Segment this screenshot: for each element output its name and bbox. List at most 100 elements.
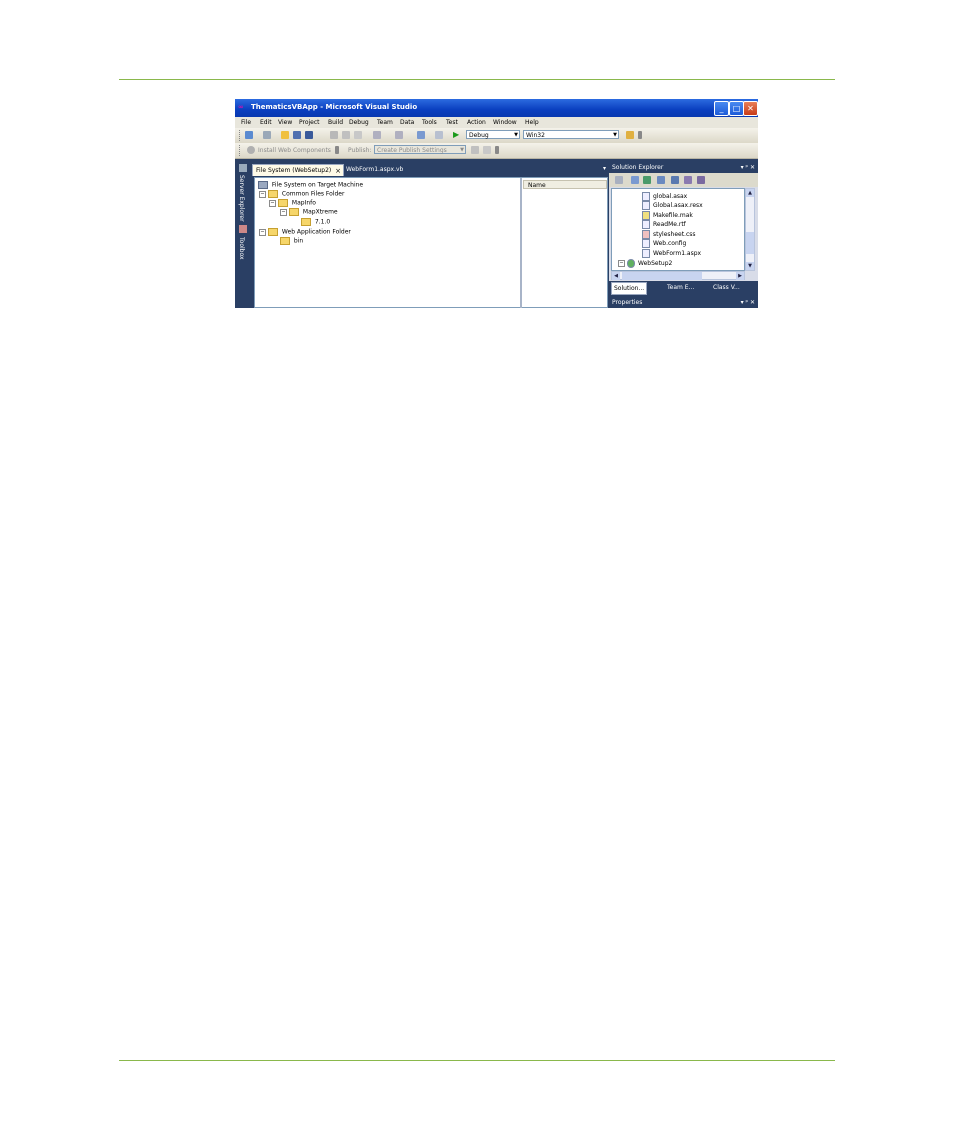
scroll-right-icon[interactable]: ▶ xyxy=(736,272,744,280)
project-item[interactable]: − WebSetup2 xyxy=(618,259,672,268)
undo-icon[interactable] xyxy=(373,131,381,139)
tree-version[interactable]: 7.1.0 xyxy=(301,218,330,226)
collapse-icon[interactable]: − xyxy=(259,190,266,198)
tree-mapxtreme[interactable]: − MapXtreme xyxy=(280,208,338,216)
server-explorer-tab[interactable]: Server Explorer xyxy=(238,175,245,222)
properties-icon[interactable] xyxy=(615,176,623,184)
toolbar-options-icon[interactable] xyxy=(495,146,499,154)
menu-test[interactable]: Test xyxy=(446,119,458,126)
tab-file-system[interactable]: File System (WebSetup2) × xyxy=(252,164,344,176)
menu-data[interactable]: Data xyxy=(400,119,414,126)
web-setup-toolbar: Install Web Components Publish: Create P… xyxy=(235,143,758,159)
menu-window[interactable]: Window xyxy=(493,119,517,126)
open-folder-icon[interactable] xyxy=(281,131,289,139)
collapse-icon[interactable]: − xyxy=(259,228,266,236)
publish-settings-combo[interactable]: Create Publish Settings ▼ xyxy=(374,145,466,154)
panel-tab-strip: Solution... Team E... Class V... xyxy=(609,281,758,295)
file-label: Global.asax.resx xyxy=(653,202,703,209)
scroll-left-icon[interactable]: ◀ xyxy=(612,272,620,280)
file-system-editor-icon[interactable] xyxy=(657,176,665,184)
toolbar-options-icon[interactable] xyxy=(335,146,339,154)
close-icon[interactable]: × xyxy=(335,165,341,177)
menu-debug[interactable]: Debug xyxy=(349,119,369,126)
menu-tools[interactable]: Tools xyxy=(422,119,437,126)
collapse-icon[interactable]: − xyxy=(618,260,625,267)
publish-icon[interactable] xyxy=(471,146,479,154)
top-rule xyxy=(119,79,835,80)
list-item[interactable]: ReadMe.rtf xyxy=(642,220,686,229)
list-item[interactable]: Global.asax.resx xyxy=(642,201,703,210)
new-project-icon[interactable] xyxy=(245,131,253,139)
properties-header: Properties ▾ ᵖ ✕ xyxy=(609,298,758,308)
menu-help[interactable]: Help xyxy=(525,119,539,126)
toolbar-grip[interactable] xyxy=(239,130,242,141)
save-icon[interactable] xyxy=(293,131,301,139)
gear-icon xyxy=(247,146,255,154)
left-autohide-strip: Server Explorer Toolbox xyxy=(235,159,252,308)
tree-common-files[interactable]: − Common Files Folder xyxy=(259,190,344,198)
scroll-down-icon[interactable]: ▼ xyxy=(746,262,754,270)
vertical-scrollbar[interactable]: ▲ ▼ xyxy=(745,188,755,271)
menu-build[interactable]: Build xyxy=(328,119,343,126)
add-item-icon[interactable] xyxy=(263,131,271,139)
paste-icon[interactable] xyxy=(354,131,362,139)
maximize-button[interactable]: □ xyxy=(729,101,744,116)
scroll-up-icon[interactable]: ▲ xyxy=(746,189,754,197)
redo-icon[interactable] xyxy=(395,131,403,139)
publish-options-icon[interactable] xyxy=(483,146,491,154)
file-types-editor-icon[interactable] xyxy=(684,176,692,184)
panel-controls[interactable]: ▾ ᵖ ✕ xyxy=(741,163,755,173)
refresh-icon[interactable] xyxy=(643,176,651,184)
list-item[interactable]: Makefile.mak xyxy=(642,211,693,220)
list-item[interactable]: Web.config xyxy=(642,239,686,248)
tree-web-app-folder[interactable]: − Web Application Folder xyxy=(259,228,351,236)
list-item[interactable]: stylesheet.css xyxy=(642,230,696,239)
menu-bar: File Edit View Project Build Debug Team … xyxy=(235,117,758,128)
tab-solution-explorer[interactable]: Solution... xyxy=(611,282,648,295)
collapse-icon[interactable]: − xyxy=(269,199,276,207)
menu-action[interactable]: Action xyxy=(467,119,486,126)
find-in-files-icon[interactable] xyxy=(626,131,634,139)
tab-team-explorer[interactable]: Team E... xyxy=(667,282,694,293)
toolbar-grip[interactable] xyxy=(239,145,242,156)
file-label: WebForm1.aspx xyxy=(653,250,702,257)
tree-bin[interactable]: bin xyxy=(280,237,303,245)
tree-mapinfo[interactable]: − MapInfo xyxy=(269,199,316,207)
start-debugging-icon[interactable]: ▶ xyxy=(453,130,459,139)
scroll-thumb[interactable] xyxy=(746,232,754,254)
panel-controls[interactable]: ▾ ᵖ ✕ xyxy=(741,298,755,308)
tree-root[interactable]: File System on Target Machine xyxy=(258,181,363,189)
menu-team[interactable]: Team xyxy=(377,119,393,126)
custom-actions-editor-icon[interactable] xyxy=(697,176,705,184)
tab-class-view[interactable]: Class V... xyxy=(713,282,740,293)
project-label: WebSetup2 xyxy=(638,260,673,267)
toolbox-tab[interactable]: Toolbox xyxy=(238,237,245,260)
cut-icon[interactable] xyxy=(330,131,338,139)
menu-file[interactable]: File xyxy=(241,119,251,126)
toolbar-options-icon[interactable] xyxy=(638,131,642,139)
registry-editor-icon[interactable] xyxy=(671,176,679,184)
install-web-components-button[interactable]: Install Web Components xyxy=(258,147,331,154)
solution-platform-combo[interactable]: Win32 ▼ xyxy=(523,130,619,139)
list-item[interactable]: global.asax xyxy=(642,192,687,201)
save-all-icon[interactable] xyxy=(305,131,313,139)
show-all-files-icon[interactable] xyxy=(631,176,639,184)
solution-configuration-combo[interactable]: Debug ▼ xyxy=(466,130,520,139)
navigate-forward-icon[interactable] xyxy=(435,131,443,139)
collapse-icon[interactable]: − xyxy=(280,208,287,216)
name-column-header[interactable]: Name xyxy=(523,180,607,189)
window-title: ThematicsVBApp - Microsoft Visual Studio xyxy=(251,103,418,111)
menu-view[interactable]: View xyxy=(278,119,292,126)
file-label: Web.config xyxy=(653,240,687,247)
copy-icon[interactable] xyxy=(342,131,350,139)
menu-edit[interactable]: Edit xyxy=(260,119,272,126)
horizontal-scrollbar[interactable]: ◀ ▶ xyxy=(611,271,745,280)
list-item[interactable]: WebForm1.aspx xyxy=(642,249,701,258)
navigate-backward-icon[interactable] xyxy=(417,131,425,139)
scroll-thumb[interactable] xyxy=(622,272,702,280)
menu-project[interactable]: Project xyxy=(299,119,320,126)
minimize-button[interactable]: _ xyxy=(714,101,729,116)
tab-webform1-vb[interactable]: WebForm1.aspx.vb xyxy=(346,166,403,173)
close-button[interactable]: ✕ xyxy=(743,101,758,116)
chevron-down-icon[interactable]: ▾ xyxy=(603,165,606,172)
